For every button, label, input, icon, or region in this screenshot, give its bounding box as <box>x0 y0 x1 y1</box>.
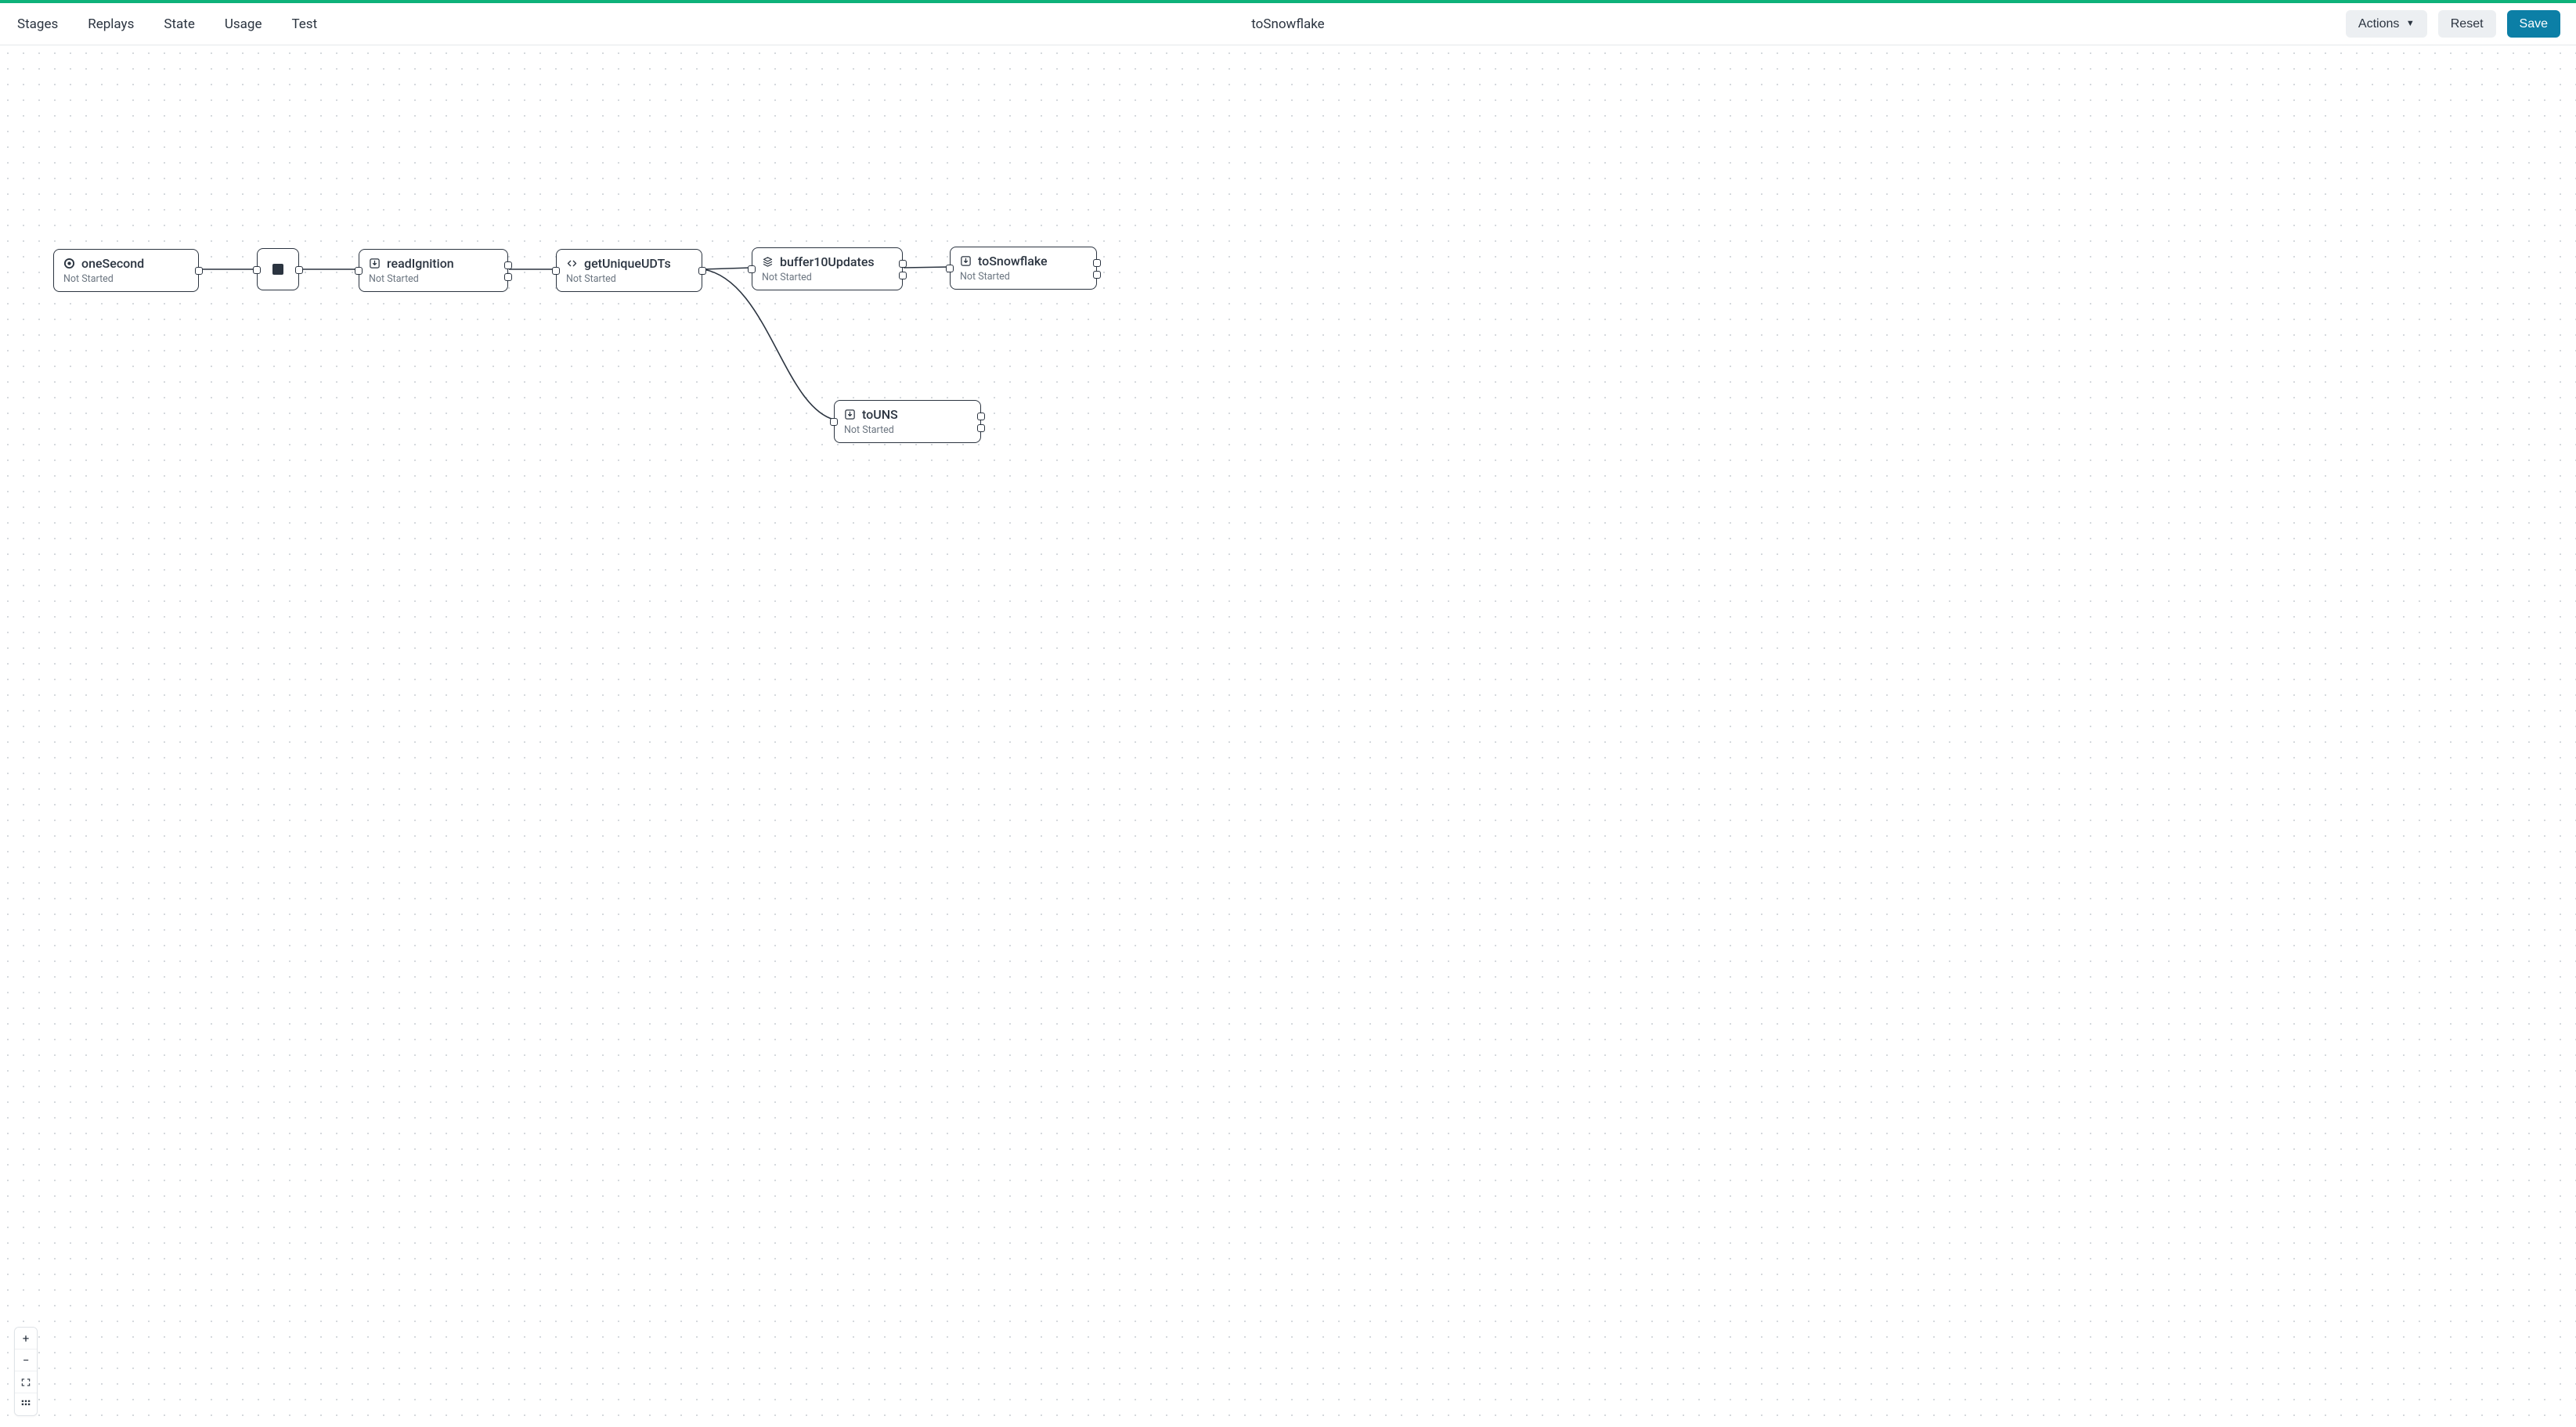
tab-bar: Stages Replays State Usage Test <box>16 13 319 35</box>
port-in[interactable] <box>946 265 954 272</box>
port-out[interactable] <box>899 260 907 268</box>
port-in[interactable] <box>355 267 363 275</box>
port-out[interactable] <box>698 267 706 275</box>
node-status: Not Started <box>566 273 692 285</box>
node-label: buffer10Updates <box>780 254 875 269</box>
node-oneSecond[interactable]: oneSecond Not Started <box>53 249 199 292</box>
node-readIgnition[interactable]: readIgnition Not Started <box>359 249 508 292</box>
app-root: Stages Replays State Usage Test toSnowfl… <box>0 0 2576 1427</box>
zoom-out-button[interactable]: − <box>15 1350 37 1371</box>
zoom-fit-button[interactable] <box>15 1371 37 1393</box>
node-getUniqueUDTs[interactable]: getUniqueUDTs Not Started <box>556 249 702 292</box>
node-status: Not Started <box>960 271 1087 283</box>
page-title: toSnowflake <box>1251 16 1324 32</box>
node-status: Not Started <box>369 273 498 285</box>
port-in[interactable] <box>552 267 560 275</box>
save-button[interactable]: Save <box>2507 10 2560 38</box>
node-label: oneSecond <box>81 256 144 271</box>
grid-toggle-button[interactable] <box>15 1393 37 1415</box>
node-label: toSnowflake <box>978 254 1048 268</box>
zoom-in-button[interactable]: + <box>15 1328 37 1350</box>
node-stop[interactable] <box>257 248 299 290</box>
node-label: getUniqueUDTs <box>584 256 671 271</box>
tab-state[interactable]: State <box>162 13 196 35</box>
port-out[interactable] <box>195 267 203 275</box>
node-label: toUNS <box>862 407 898 422</box>
download-box-icon <box>844 409 856 420</box>
port-out[interactable] <box>504 261 512 269</box>
circle-dot-icon <box>63 258 75 269</box>
port-in[interactable] <box>748 265 756 273</box>
tab-stages[interactable]: Stages <box>16 13 60 35</box>
reset-button[interactable]: Reset <box>2438 10 2496 38</box>
download-box-icon <box>960 255 972 267</box>
canvas[interactable]: oneSecond Not Started readIgnition Not S… <box>0 45 2576 1427</box>
port-out[interactable] <box>1093 259 1101 267</box>
node-status: Not Started <box>762 272 893 283</box>
actions-label: Actions <box>2358 17 2399 31</box>
port-out-2[interactable] <box>1093 271 1101 279</box>
download-box-icon <box>369 258 381 269</box>
node-status: Not Started <box>844 424 971 436</box>
port-out[interactable] <box>977 413 985 420</box>
node-label: readIgnition <box>387 256 454 271</box>
port-in[interactable] <box>830 418 838 426</box>
port-in[interactable] <box>253 266 261 274</box>
stop-square-icon <box>272 264 283 275</box>
node-status: Not Started <box>63 273 189 285</box>
stack-icon <box>762 256 774 268</box>
right-actions: Actions ▼ Reset Save <box>2346 10 2560 38</box>
tab-replays[interactable]: Replays <box>86 13 135 35</box>
code-icon <box>566 258 578 269</box>
port-out[interactable] <box>295 266 303 274</box>
zoom-controls: + − <box>14 1327 38 1416</box>
port-out-2[interactable] <box>899 272 907 279</box>
port-out-2[interactable] <box>977 424 985 432</box>
port-out-2[interactable] <box>504 273 512 281</box>
topbar: Stages Replays State Usage Test toSnowfl… <box>0 3 2576 45</box>
chevron-down-icon: ▼ <box>2406 19 2415 28</box>
node-buffer10Updates[interactable]: buffer10Updates Not Started <box>752 247 903 290</box>
actions-dropdown[interactable]: Actions ▼ <box>2346 10 2427 38</box>
node-toSnowflake[interactable]: toSnowflake Not Started <box>950 247 1097 290</box>
tab-test[interactable]: Test <box>290 13 319 35</box>
tab-usage[interactable]: Usage <box>223 13 264 35</box>
node-toUNS[interactable]: toUNS Not Started <box>834 400 981 443</box>
